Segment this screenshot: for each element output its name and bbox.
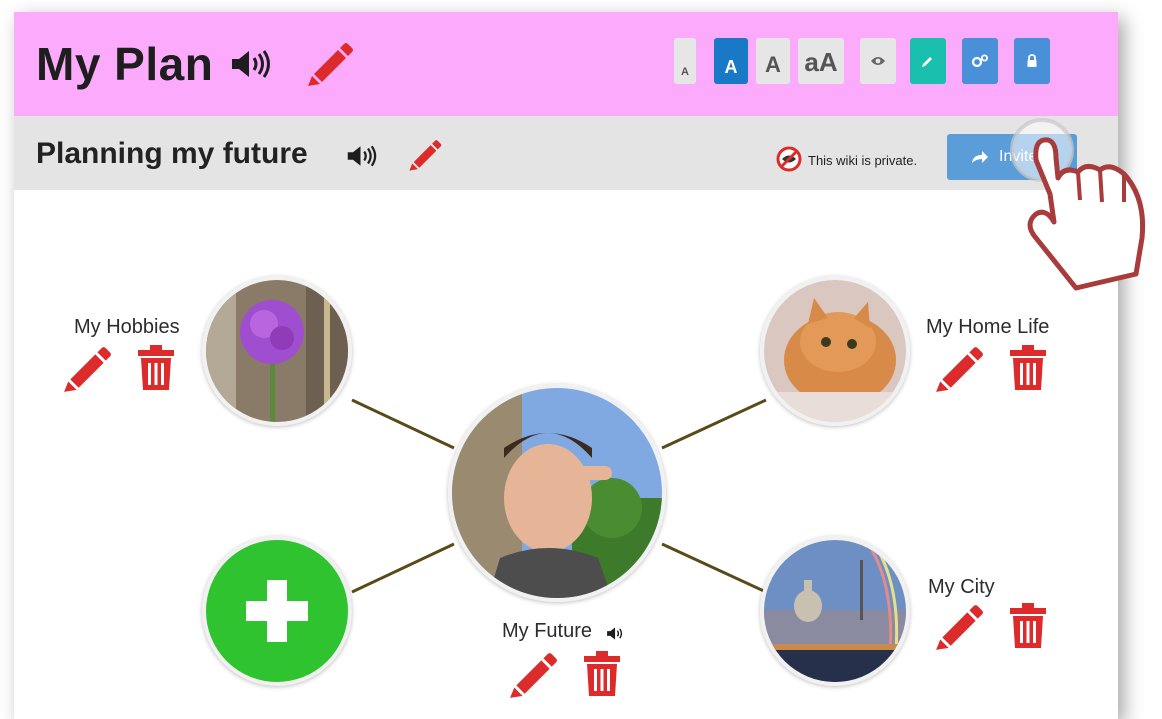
node-label-my-future: My Future <box>502 620 593 642</box>
my-future-image[interactable] <box>448 384 666 602</box>
link-home-life <box>661 398 767 450</box>
home-life-image[interactable] <box>760 276 910 426</box>
pencil-icon[interactable] <box>62 344 112 399</box>
link-city <box>661 542 767 594</box>
settings-icon <box>971 54 988 68</box>
pencil-icon[interactable] <box>934 344 984 399</box>
trash-icon[interactable] <box>1008 344 1048 397</box>
font-size-xlarge-label: aA <box>804 47 838 77</box>
private-eye-icon <box>776 146 802 177</box>
add-node-button[interactable] <box>202 536 352 686</box>
pencil-icon[interactable] <box>508 650 558 705</box>
link-add <box>351 542 455 594</box>
node-label-hobbies: My Hobbies <box>74 316 180 338</box>
eye-icon <box>871 57 885 65</box>
settings-button[interactable] <box>962 38 998 84</box>
link-hobbies <box>351 398 455 450</box>
node-label-home-life: My Home Life <box>926 316 1050 338</box>
trash-icon[interactable] <box>1008 602 1048 655</box>
pencil-icon[interactable] <box>306 40 354 93</box>
font-size-large-button[interactable]: A <box>756 38 790 84</box>
edit-button[interactable] <box>910 38 946 84</box>
page-title: My Plan <box>36 38 214 90</box>
app-window: My Plan A A A aA Planning my future This… <box>14 12 1118 719</box>
node-label-city: My City <box>928 576 995 598</box>
trash-icon[interactable] <box>136 344 176 397</box>
pencil-icon[interactable] <box>408 138 442 177</box>
header-bar: My Plan A A A aA <box>14 12 1118 116</box>
city-image[interactable] <box>760 536 910 686</box>
mind-map: My Hobbies My Home Life My Future My Cit… <box>14 190 1118 719</box>
font-size-medium-button[interactable]: A <box>714 38 748 84</box>
share-arrow-icon <box>972 151 988 163</box>
view-button[interactable] <box>860 38 896 84</box>
trash-icon[interactable] <box>582 650 622 703</box>
font-size-small-button[interactable]: A <box>674 38 696 84</box>
font-size-medium-label: A <box>724 57 738 77</box>
font-size-small-label: A <box>681 66 689 78</box>
edit-icon <box>922 57 932 67</box>
font-size-large-label: A <box>765 52 781 77</box>
wiki-title: Planning my future <box>36 137 308 170</box>
hobbies-image[interactable] <box>202 276 352 426</box>
pointer-hand-icon <box>1006 98 1156 303</box>
lock-button[interactable] <box>1014 38 1050 84</box>
speaker-icon[interactable] <box>230 48 272 85</box>
lock-icon <box>1027 54 1037 67</box>
pencil-icon[interactable] <box>934 602 984 657</box>
privacy-status: This wiki is private. <box>808 153 918 168</box>
font-size-xlarge-button[interactable]: aA <box>798 38 844 84</box>
speaker-icon[interactable] <box>606 626 626 646</box>
wiki-header: Planning my future This wiki is private. <box>14 116 1118 190</box>
plus-icon <box>246 580 308 642</box>
speaker-icon[interactable] <box>346 144 378 173</box>
